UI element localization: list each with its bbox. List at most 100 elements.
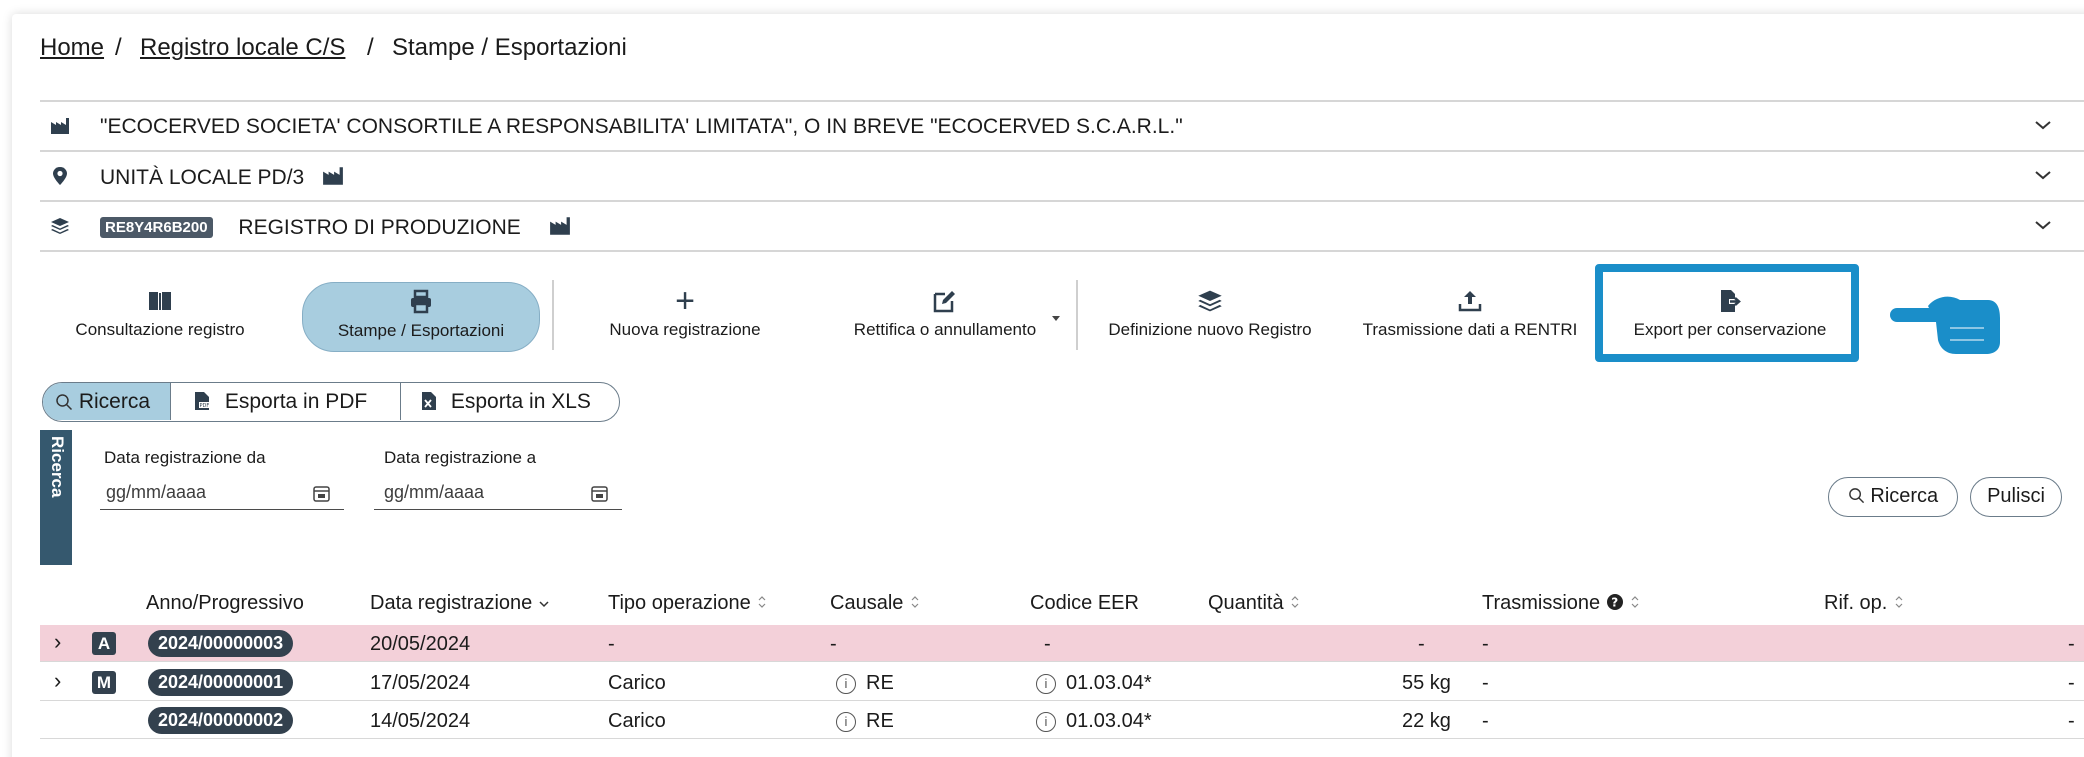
cell-tipo: -	[608, 633, 615, 655]
cell-eer: i 01.03.04*	[1036, 672, 1152, 695]
table-row[interactable]: › M 2024/00000001 17/05/2024 Carico i RE …	[40, 664, 2084, 701]
cell-data: 20/05/2024	[370, 633, 471, 655]
chevron-down-icon[interactable]	[2030, 112, 2056, 138]
info-icon[interactable]: i	[1036, 712, 1056, 732]
subtab-esporta-pdf[interactable]: PDF Esporta in PDF	[171, 383, 401, 420]
search-button-label: Ricerca	[1870, 485, 1939, 507]
cell-quantita: 22 kg	[1402, 710, 1451, 732]
tool-label: Trasmissione dati a RENTRI	[1362, 320, 1578, 339]
divider	[40, 250, 2084, 252]
header-rif-label: Rif. op.	[1824, 592, 1888, 614]
dropdown-caret-icon[interactable]	[1052, 316, 1060, 322]
date-to-input[interactable]: gg/mm/aaaa	[374, 476, 622, 510]
cell-trasmissione: -	[1482, 672, 1489, 694]
cell-rif: -	[2068, 672, 2075, 694]
progressivo-badge[interactable]: 2024/00000002	[148, 707, 294, 734]
breadcrumb-home-link[interactable]: Home	[40, 34, 104, 61]
header-trasmissione-label: Trasmissione	[1482, 592, 1601, 614]
cell-eer-value: 01.03.04*	[1066, 710, 1152, 732]
tool-rettifica-annullamento[interactable]: Rettifica o annullamento	[830, 282, 1060, 352]
subtab-esporta-xls[interactable]: Esporta in XLS	[401, 383, 619, 420]
info-icon[interactable]: i	[836, 712, 856, 732]
cell-data: 17/05/2024	[370, 672, 471, 694]
sort-icon	[911, 596, 919, 608]
header-causale[interactable]: Causale	[830, 592, 921, 615]
header-quantita[interactable]: Quantità	[1208, 592, 1301, 615]
breadcrumb-current: Stampe / Esportazioni	[392, 34, 627, 61]
cell-rif: -	[2068, 633, 2075, 655]
side-tab-label: Ricerca	[48, 436, 67, 498]
header-data-label: Data registrazione	[370, 592, 533, 614]
sort-icon	[1291, 596, 1299, 608]
tool-label: Stampe / Esportazioni	[337, 321, 505, 340]
cell-trasmissione: -	[1482, 633, 1489, 655]
accordion-register[interactable]: RE8Y4R6B200 REGISTRO DI PRODUZIONE	[40, 200, 2084, 250]
book-icon	[149, 292, 171, 310]
export-subtabs: Ricerca PDF Esporta in PDF Esporta in XL…	[42, 382, 620, 422]
map-pin-icon	[53, 167, 67, 185]
expand-chevron-icon[interactable]: ›	[54, 629, 61, 655]
table-row[interactable]: 2024/00000002 14/05/2024 Carico i RE i 01.…	[40, 702, 2084, 739]
chevron-down-icon[interactable]	[2030, 212, 2056, 238]
accordion-unit-label: UNITÀ LOCALE PD/3	[100, 165, 346, 190]
toolbar-separator	[552, 280, 554, 350]
plus-icon: +	[675, 282, 695, 320]
header-eer[interactable]: Codice EER	[1030, 592, 1139, 615]
factory-icon	[51, 118, 69, 134]
header-tipo[interactable]: Tipo operazione	[608, 592, 768, 615]
search-icon	[1848, 488, 1864, 504]
tool-label: Definizione nuovo Registro	[1108, 320, 1312, 339]
row-type-badge: M	[92, 671, 116, 694]
tool-consultazione-registro[interactable]: Consultazione registro	[56, 282, 264, 352]
calendar-icon[interactable]	[591, 485, 608, 502]
progressivo-badge[interactable]: 2024/00000003	[148, 630, 294, 657]
clear-button[interactable]: Pulisci	[1970, 477, 2062, 517]
info-icon[interactable]: i	[1036, 674, 1056, 694]
cell-rif: -	[2068, 710, 2075, 732]
date-from-label: Data registrazione da	[104, 448, 266, 467]
date-to-placeholder: gg/mm/aaaa	[384, 482, 485, 502]
table-row[interactable]: › A 2024/00000003 20/05/2024 - - - - - -	[40, 625, 2084, 662]
tool-label: Rettifica o annullamento	[853, 320, 1037, 339]
layers-icon	[1198, 290, 1222, 312]
calendar-icon[interactable]	[313, 485, 330, 502]
sort-icon	[1631, 596, 1639, 608]
factory-icon	[549, 217, 570, 235]
pointing-hand-icon	[1890, 296, 2000, 354]
breadcrumb-separator: /	[115, 34, 122, 61]
tool-nuova-registrazione[interactable]: + Nuova registrazione	[590, 282, 780, 352]
register-code-badge: RE8Y4R6B200	[100, 217, 213, 238]
side-tab-ricerca[interactable]: Ricerca	[40, 430, 72, 565]
date-to-label: Data registrazione a	[384, 448, 537, 467]
date-from-input[interactable]: gg/mm/aaaa	[100, 476, 344, 510]
accordion-register-label: RE8Y4R6B200 REGISTRO DI PRODUZIONE	[100, 215, 573, 240]
tool-trasmissione-rentri[interactable]: Trasmissione dati a RENTRI	[1350, 282, 1590, 352]
tool-definizione-nuovo-registro[interactable]: Definizione nuovo Registro	[1090, 282, 1330, 352]
svg-text:?: ?	[1611, 596, 1618, 610]
cell-causale: i RE	[836, 672, 894, 695]
register-name: REGISTRO DI PRODUZIONE	[238, 216, 521, 239]
header-trasmissione[interactable]: Trasmissione ?	[1482, 592, 1641, 615]
header-quantita-label: Quantità	[1208, 592, 1284, 614]
info-icon[interactable]: i	[836, 674, 856, 694]
progressivo-badge[interactable]: 2024/00000001	[148, 669, 294, 696]
tool-stampe-esportazioni[interactable]: Stampe / Esportazioni	[302, 282, 540, 352]
accordion-company[interactable]: "ECOCERVED SOCIETA' CONSORTILE A RESPONS…	[40, 100, 2084, 150]
cell-data: 14/05/2024	[370, 710, 471, 732]
header-data[interactable]: Data registrazione	[370, 592, 550, 615]
cell-trasmissione: -	[1482, 710, 1489, 732]
accordion-unit[interactable]: UNITÀ LOCALE PD/3	[40, 150, 2084, 200]
question-icon[interactable]: ?	[1606, 593, 1624, 611]
header-causale-label: Causale	[830, 592, 904, 614]
expand-chevron-icon[interactable]: ›	[54, 668, 61, 694]
header-rif[interactable]: Rif. op.	[1824, 592, 1905, 615]
subtab-ricerca[interactable]: Ricerca	[43, 383, 171, 420]
chevron-down-icon[interactable]	[2030, 162, 2056, 188]
search-button[interactable]: Ricerca	[1828, 477, 1958, 517]
header-anno[interactable]: Anno/Progressivo	[146, 592, 304, 615]
sort-desc-icon	[539, 601, 549, 608]
cell-eer: i 01.03.04*	[1036, 710, 1152, 733]
breadcrumb-registro-link[interactable]: Registro locale C/S	[140, 34, 345, 61]
svg-text:PDF: PDF	[200, 403, 210, 409]
edit-icon	[933, 291, 955, 313]
